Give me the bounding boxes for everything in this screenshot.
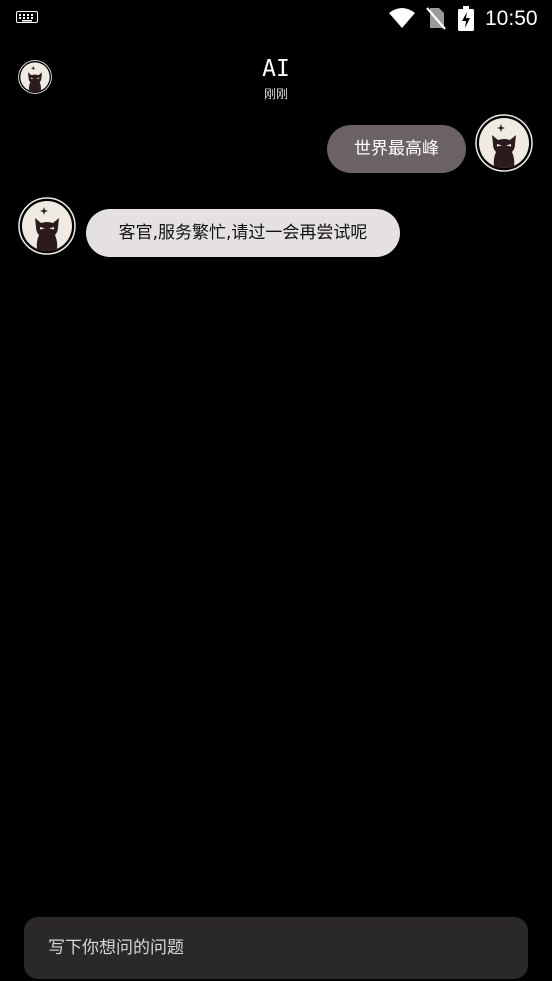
page-title: AI bbox=[262, 56, 290, 82]
status-bar: 10:50 bbox=[0, 0, 552, 38]
status-time: 10:50 bbox=[485, 7, 538, 30]
battery-charging-icon bbox=[458, 6, 474, 31]
wifi-icon bbox=[389, 8, 415, 28]
no-sim-icon bbox=[426, 7, 446, 30]
message-input-box[interactable] bbox=[24, 917, 528, 979]
header-avatar[interactable] bbox=[18, 60, 52, 94]
keyboard-icon bbox=[16, 11, 38, 23]
page-subtitle: 刚刚 bbox=[263, 87, 288, 101]
message-input[interactable] bbox=[48, 917, 508, 979]
ai-avatar[interactable] bbox=[18, 197, 76, 255]
ai-message-bubble[interactable]: 客官,服务繁忙,请过一会再尝试呢 bbox=[86, 209, 400, 257]
user-message-bubble[interactable]: 世界最高峰 bbox=[327, 125, 466, 173]
user-avatar[interactable] bbox=[475, 114, 533, 172]
